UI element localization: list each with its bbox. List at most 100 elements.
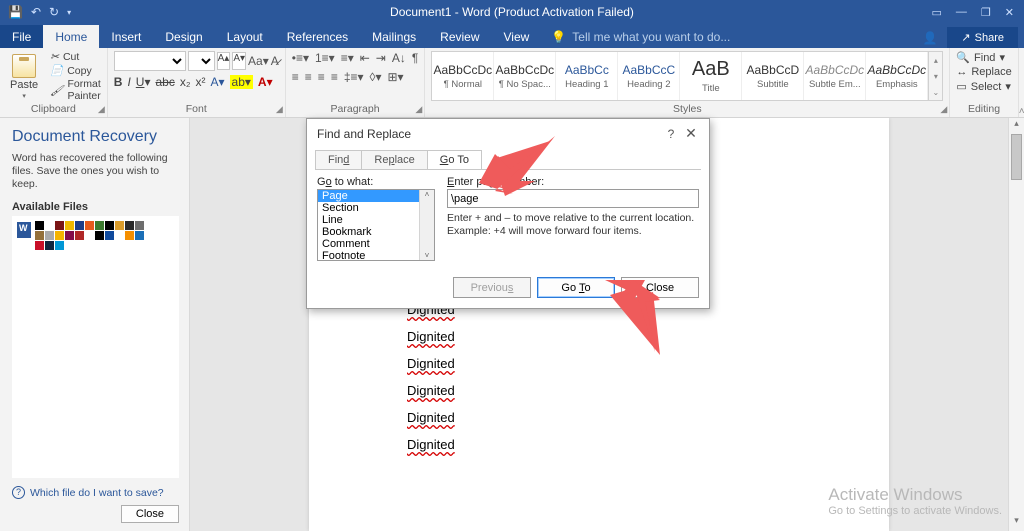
style-emphasis[interactable]: AaBbCcDcEmphasis <box>866 52 928 100</box>
line-spacing-button[interactable]: ‡≡▾ <box>344 70 364 84</box>
account-icon[interactable]: 👤 <box>922 31 937 45</box>
superscript-button[interactable]: x² <box>196 75 206 89</box>
tab-file[interactable]: File <box>0 25 43 48</box>
align-left-button[interactable]: ≡ <box>292 70 299 84</box>
format-painter-button[interactable]: 🖌Format Painter <box>50 78 101 102</box>
goto-item-bookmark[interactable]: Bookmark <box>318 226 434 238</box>
grow-font-button[interactable]: A▴ <box>217 52 231 70</box>
document-line[interactable]: Dignited <box>407 437 889 452</box>
shrink-font-button[interactable]: A▾ <box>232 52 246 70</box>
find-button[interactable]: 🔍Find▾ <box>956 51 1011 64</box>
style-subtitle[interactable]: AaBbCcDSubtitle <box>742 52 804 100</box>
style-heading-1[interactable]: AaBbCcHeading 1 <box>556 52 618 100</box>
document-line[interactable]: Dignited <box>407 356 889 371</box>
tab-replace[interactable]: Replace <box>361 150 427 169</box>
goto-button[interactable]: Go To <box>537 277 615 298</box>
tab-find[interactable]: Find <box>315 150 362 169</box>
align-center-button[interactable]: ≡ <box>305 70 312 84</box>
scroll-down-icon[interactable]: ▾ <box>1009 515 1024 531</box>
dialog-launcher-icon[interactable]: ◢ <box>940 104 947 115</box>
tab-insert[interactable]: Insert <box>99 25 153 48</box>
tab-references[interactable]: References <box>275 25 360 48</box>
strikethrough-button[interactable]: abc <box>155 75 174 89</box>
paste-icon <box>12 54 36 78</box>
available-files-list[interactable] <box>12 216 179 478</box>
vertical-scrollbar[interactable]: ▴ ▾ <box>1008 118 1024 531</box>
lightbulb-icon: 💡 <box>551 30 566 44</box>
which-file-link[interactable]: ? Which file do I want to save? <box>12 486 179 499</box>
share-label: Share <box>975 32 1004 44</box>
goto-item-page[interactable]: Page <box>318 190 434 202</box>
replace-button[interactable]: ↔Replace <box>956 66 1011 78</box>
shading-button[interactable]: ◊▾ <box>370 70 382 84</box>
text-effects-button[interactable]: A▾ <box>211 75 225 89</box>
group-clipboard: Paste ▾ ✂Cut 📄Copy 🖌Format Painter Clipb… <box>0 48 108 117</box>
help-icon[interactable]: ? <box>661 127 681 141</box>
scroll-thumb[interactable] <box>1011 134 1022 180</box>
select-button[interactable]: ▭Select▾ <box>956 80 1011 93</box>
help-icon: ? <box>12 486 25 499</box>
clear-formatting-button[interactable]: A̷ <box>271 54 279 68</box>
recovery-message: Word has recovered the following files. … <box>12 152 179 191</box>
show-marks-button[interactable]: ¶ <box>412 51 418 65</box>
tell-me-search[interactable]: 💡 Tell me what you want to do... <box>541 26 740 48</box>
copy-button[interactable]: 📄Copy <box>50 64 101 77</box>
style-no-spacing[interactable]: AaBbCcDc¶ No Spac... <box>494 52 556 100</box>
sort-button[interactable]: A↓ <box>392 51 406 65</box>
subscript-button[interactable]: x₂ <box>180 75 191 89</box>
styles-scroll[interactable]: ▴▾⌄ <box>929 51 943 101</box>
tab-design[interactable]: Design <box>153 25 214 48</box>
recovery-close-button[interactable]: Close <box>121 505 179 523</box>
listbox-scrollbar[interactable]: ˄˅ <box>419 190 434 260</box>
paste-button[interactable]: Paste ▾ <box>6 52 42 102</box>
dialog-launcher-icon[interactable]: ◢ <box>276 104 283 115</box>
style-title[interactable]: AaBTitle <box>680 52 742 100</box>
scroll-up-icon[interactable]: ▴ <box>1009 118 1024 134</box>
goto-item-section[interactable]: Section <box>318 202 434 214</box>
underline-button[interactable]: U▾ <box>136 75 151 89</box>
close-icon[interactable]: ✕ <box>681 125 701 142</box>
tell-me-placeholder: Tell me what you want to do... <box>572 30 730 44</box>
bullets-button[interactable]: •≡▾ <box>292 51 309 65</box>
tab-layout[interactable]: Layout <box>215 25 275 48</box>
styles-gallery[interactable]: AaBbCcDc¶ Normal AaBbCcDc¶ No Spac... Aa… <box>431 51 929 101</box>
document-line[interactable]: Dignited <box>407 410 889 425</box>
share-button[interactable]: ↗ Share <box>947 27 1018 48</box>
increase-indent-button[interactable]: ⇥ <box>376 51 386 65</box>
dialog-launcher-icon[interactable]: ◢ <box>415 104 422 115</box>
numbering-button[interactable]: 1≡▾ <box>315 51 335 65</box>
decrease-indent-button[interactable]: ⇤ <box>360 51 370 65</box>
goto-item-line[interactable]: Line <box>318 214 434 226</box>
dialog-launcher-icon[interactable]: ◢ <box>98 104 105 115</box>
goto-item-footnote[interactable]: Footnote <box>318 250 434 261</box>
change-case-button[interactable]: Aa▾ <box>248 54 269 68</box>
style-normal[interactable]: AaBbCcDc¶ Normal <box>432 52 494 100</box>
bold-button[interactable]: B <box>114 75 123 89</box>
watermark-title: Activate Windows <box>828 485 1002 505</box>
tab-view[interactable]: View <box>492 25 542 48</box>
font-family-select[interactable] <box>114 51 186 71</box>
font-size-select[interactable] <box>188 51 215 71</box>
style-subtle-emphasis[interactable]: AaBbCcDcSubtle Em... <box>804 52 866 100</box>
annotation-arrow-goto <box>605 280 675 355</box>
tab-review[interactable]: Review <box>428 25 491 48</box>
cut-button[interactable]: ✂Cut <box>50 51 101 63</box>
goto-item-comment[interactable]: Comment <box>318 238 434 250</box>
tab-mailings[interactable]: Mailings <box>360 25 428 48</box>
watermark-subtitle: Go to Settings to activate Windows. <box>828 505 1002 517</box>
goto-what-listbox[interactable]: PageSectionLineBookmarkCommentFootnote˄˅ <box>317 189 435 261</box>
recovered-file-item[interactable] <box>17 221 174 250</box>
align-right-button[interactable]: ≡ <box>318 70 325 84</box>
multilevel-button[interactable]: ≡▾ <box>341 51 354 65</box>
recovery-title: Document Recovery <box>12 128 179 146</box>
ribbon-tabs: File Home Insert Design Layout Reference… <box>0 24 1024 48</box>
font-color-button[interactable]: A▾ <box>258 75 273 89</box>
style-heading-2[interactable]: AaBbCcCHeading 2 <box>618 52 680 100</box>
borders-button[interactable]: ⊞▾ <box>387 70 403 84</box>
highlight-button[interactable]: ab▾ <box>230 75 253 89</box>
collapse-ribbon-icon[interactable]: ˄ <box>1019 48 1024 117</box>
italic-button[interactable]: I <box>127 75 130 89</box>
document-line[interactable]: Dignited <box>407 383 889 398</box>
tab-home[interactable]: Home <box>43 25 99 48</box>
justify-button[interactable]: ≡ <box>331 70 338 84</box>
